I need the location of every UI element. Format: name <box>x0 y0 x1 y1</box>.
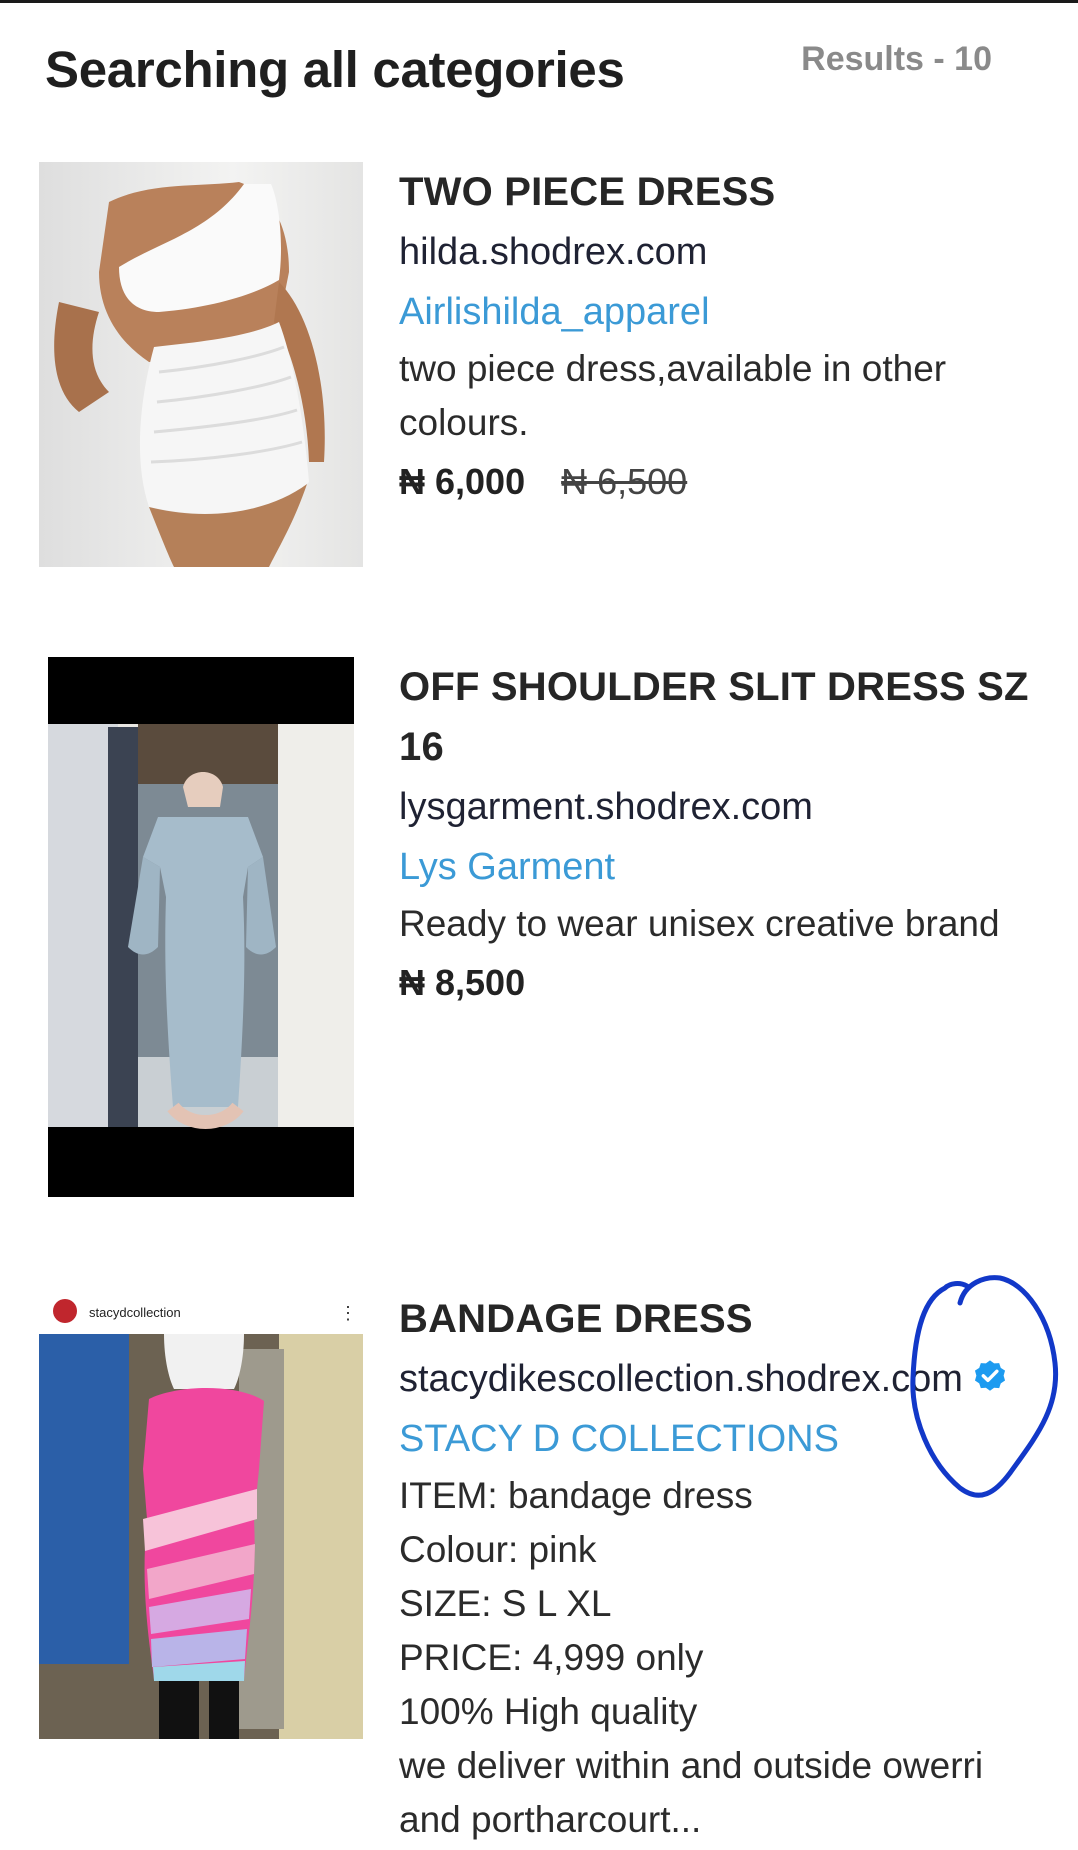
description-line: 100% High quality <box>399 1691 698 1732</box>
product-description: ITEM: bandage dress Colour: pink SIZE: S… <box>399 1469 1039 1847</box>
image-username: stacydcollection <box>89 1305 181 1320</box>
shop-name-link[interactable]: Airlishilda_apparel <box>399 282 1039 342</box>
page-title: Searching all categories <box>45 41 625 98</box>
product-title[interactable]: TWO PIECE DRESS <box>399 162 1039 222</box>
product-description: two piece dress,available in other colou… <box>399 342 1039 450</box>
current-price: ₦ 8,500 <box>399 962 526 1003</box>
store-domain-text[interactable]: stacydikescollection.shodrex.com <box>399 1358 963 1400</box>
description-line: colours. <box>399 402 529 443</box>
description-line: PRICE: 4,999 only <box>399 1637 704 1678</box>
store-domain[interactable]: lysgarment.shodrex.com <box>399 777 1039 837</box>
shop-name-link[interactable]: Lys Garment <box>399 837 1039 897</box>
store-domain[interactable]: hilda.shodrex.com <box>399 222 1039 282</box>
svg-text:⋮: ⋮ <box>339 1303 357 1323</box>
price-row: ₦ 8,500 <box>399 953 1039 1013</box>
current-price: ₦ 6,000 <box>399 461 526 502</box>
results-count: Results - 10 <box>801 40 992 78</box>
title-line: OFF SHOULDER SLIT DRESS SZ <box>399 665 1029 709</box>
product-title[interactable]: BANDAGE DRESS <box>399 1289 1039 1349</box>
original-price: ₦ 6,500 <box>561 461 688 502</box>
description-line: SIZE: S L XL <box>399 1583 612 1624</box>
title-line: 16 <box>399 725 444 769</box>
product-description: Ready to wear unisex creative brand <box>399 897 1039 951</box>
description-line: and portharcourt... <box>399 1799 702 1840</box>
description-line: Colour: pink <box>399 1529 597 1570</box>
product-image-bandage-dress[interactable]: stacydcollection ⋮ <box>39 1289 363 1739</box>
product-title[interactable]: OFF SHOULDER SLIT DRESS SZ 16 <box>399 657 1039 777</box>
description-line: ITEM: bandage dress <box>399 1475 753 1516</box>
top-divider <box>0 0 1078 3</box>
store-domain[interactable]: stacydikescollection.shodrex.com <box>399 1349 1039 1409</box>
shop-name-link[interactable]: STACY D COLLECTIONS <box>399 1409 1039 1469</box>
description-line: Ready to wear unisex creative brand <box>399 903 1000 944</box>
verified-badge-icon <box>974 1360 1005 1391</box>
description-line: two piece dress,available in other <box>399 348 947 389</box>
product-image-white-dress[interactable] <box>39 162 363 567</box>
product-image-blue-dress[interactable] <box>48 657 354 1197</box>
price-row: ₦ 6,000 ₦ 6,500 <box>399 452 1039 512</box>
description-line: we deliver within and outside owerri <box>399 1745 984 1786</box>
